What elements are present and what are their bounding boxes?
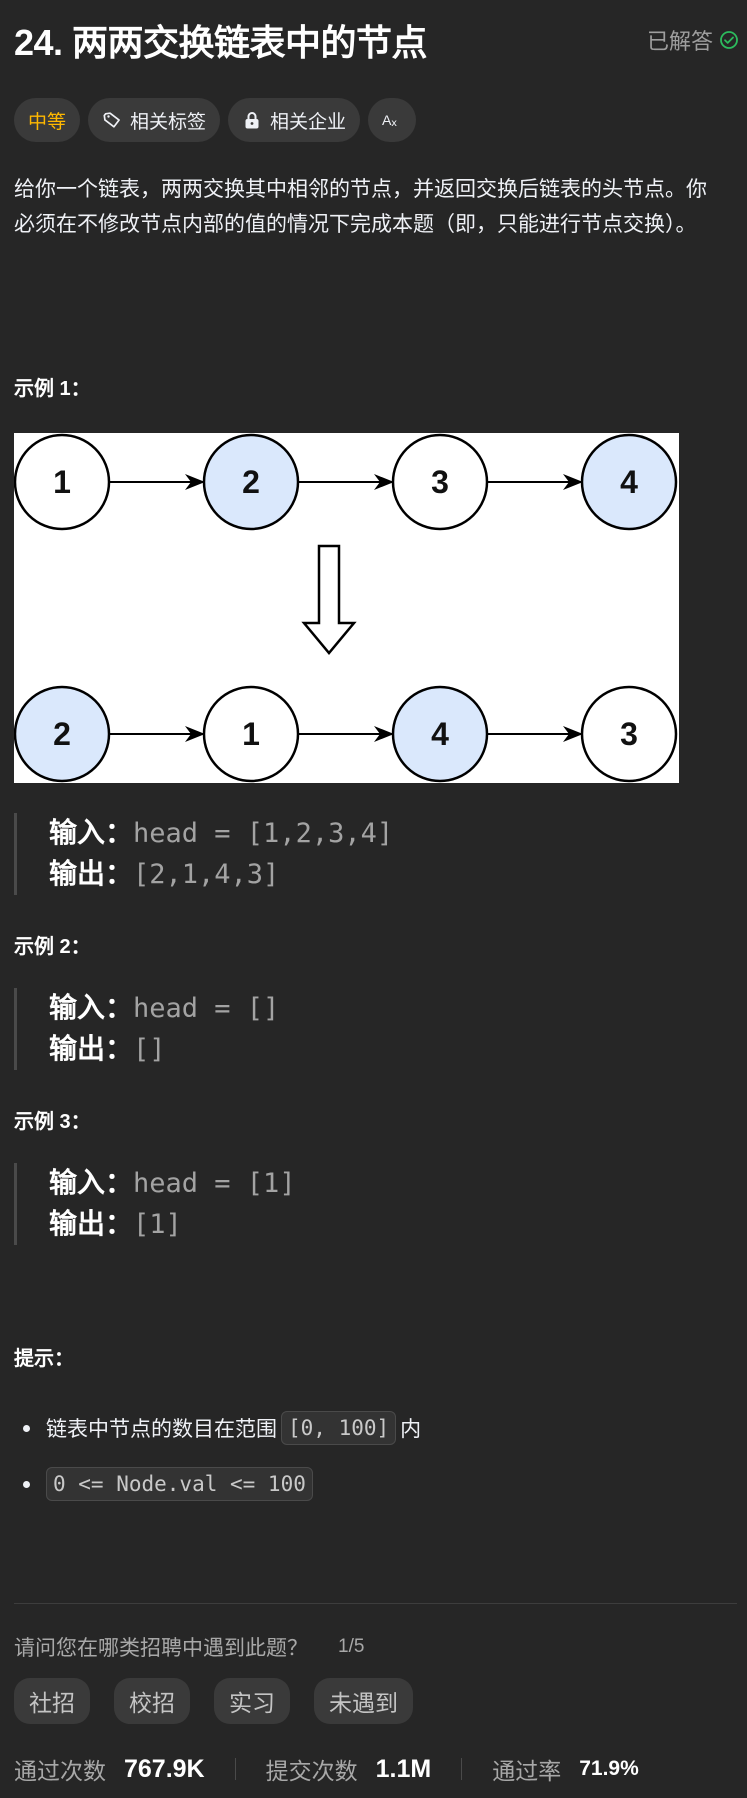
output-value: [2,1,4,3] xyxy=(133,859,280,890)
list-node-value: 2 xyxy=(53,716,71,752)
solved-status: 已解答 xyxy=(647,24,739,56)
survey-option-campus[interactable]: 校招 xyxy=(114,1678,190,1724)
example-1-diagram: 1 2 3 4 2 1 4 3 xyxy=(13,433,679,783)
hint-code: 0 <= Node.val <= 100 xyxy=(46,1467,313,1501)
submissions-value: 1.1M xyxy=(375,1754,432,1783)
problem-description: 给你一个链表，两两交换其中相邻的节点，并返回交换后链表的头节点。你必须在不修改节… xyxy=(14,178,707,236)
acceptance-rate-value: 71.9% xyxy=(579,1757,639,1780)
title-row: 24. 两两交换链表中的节点 已解答 xyxy=(14,14,739,66)
survey-options: 社招 校招 实习 未遇到 xyxy=(14,1678,413,1724)
input-key: 输入： xyxy=(49,992,134,1023)
example-1: 输入：head = [1,2,3,4] 输出：[2,1,4,3] xyxy=(14,813,393,895)
input-value: head = [1] xyxy=(133,1168,296,1199)
submissions-label: 提交次数 xyxy=(265,1758,358,1784)
tag-icon xyxy=(103,112,120,128)
list-node-value: 3 xyxy=(620,716,638,752)
example-3-label: 示例 3： xyxy=(14,1111,91,1133)
list-node-value: 4 xyxy=(620,464,638,500)
solved-label: 已解答 xyxy=(646,29,713,54)
survey-option-internship[interactable]: 实习 xyxy=(214,1678,290,1724)
list-node-value: 3 xyxy=(431,464,449,500)
problem-title: 24. 两两交换链表中的节点 xyxy=(14,22,428,63)
list-node-value: 1 xyxy=(53,464,71,500)
lock-icon xyxy=(245,112,259,129)
accepted-label: 通过次数 xyxy=(14,1758,106,1784)
list-node-value: 2 xyxy=(242,464,260,500)
svg-text:x: x xyxy=(391,118,397,129)
input-value: head = [] xyxy=(133,993,280,1024)
survey-page-count: 1/5 xyxy=(338,1636,365,1657)
hints-list: 链表中节点的数目在范围 [0, 100] 内 0 <= Node.val <= … xyxy=(14,1400,421,1512)
down-arrow-icon xyxy=(301,544,357,655)
related-tags-label: 相关标签 xyxy=(130,111,207,133)
stat-separator xyxy=(461,1758,463,1780)
translate-icon: Ax xyxy=(382,113,397,129)
input-value: head = [1,2,3,4] xyxy=(133,818,394,849)
divider xyxy=(14,1603,737,1604)
input-key: 输入： xyxy=(49,1167,134,1198)
related-companies-label: 相关企业 xyxy=(270,111,347,133)
stat-separator xyxy=(234,1758,236,1780)
output-value: [1] xyxy=(133,1209,182,1240)
stats-bar: 通过次数 767.9K 提交次数 1.1M 通过率 71.9% xyxy=(14,1752,639,1786)
translate-button[interactable]: Ax xyxy=(368,98,417,142)
example-1-label: 示例 1： xyxy=(14,378,91,400)
hint-item: 链表中节点的数目在范围 [0, 100] 内 xyxy=(14,1400,421,1456)
hint-text: 链表中节点的数目在范围 xyxy=(46,1418,277,1441)
survey-option-social[interactable]: 社招 xyxy=(14,1678,90,1724)
input-key: 输入： xyxy=(49,817,134,848)
acceptance-rate-label: 通过率 xyxy=(492,1758,562,1784)
list-before: 1 2 3 4 xyxy=(13,433,678,531)
difficulty-label: 中等 xyxy=(28,111,67,133)
hint-item: 0 <= Node.val <= 100 xyxy=(14,1456,421,1512)
list-node-value: 4 xyxy=(431,716,449,752)
hint-suffix: 内 xyxy=(400,1418,422,1441)
check-circle-icon xyxy=(720,31,738,49)
hint-code: [0, 100] xyxy=(281,1411,397,1445)
hints-label: 提示： xyxy=(14,1348,74,1370)
output-key: 输出： xyxy=(49,858,134,889)
difficulty-badge[interactable]: 中等 xyxy=(14,98,81,142)
example-3: 输入：head = [1] 输出：[1] xyxy=(14,1163,296,1245)
example-2-label: 示例 2： xyxy=(14,936,91,958)
accepted-value: 767.9K xyxy=(124,1754,205,1783)
tag-bar: 中等 相关标签 相关企业 Ax xyxy=(14,98,417,142)
related-tags-button[interactable]: 相关标签 xyxy=(88,98,221,142)
survey-option-not-met[interactable]: 未遇到 xyxy=(314,1678,413,1724)
related-companies-button[interactable]: 相关企业 xyxy=(228,98,361,142)
list-node-value: 1 xyxy=(242,716,260,752)
output-value: [] xyxy=(133,1034,166,1065)
survey-question-row: 请问您在哪类招聘中遇到此题？ 1/5 xyxy=(14,1632,364,1662)
output-key: 输出： xyxy=(49,1208,134,1239)
example-2: 输入：head = [] 输出：[] xyxy=(14,988,279,1070)
output-key: 输出： xyxy=(49,1033,134,1064)
list-after: 2 1 4 3 xyxy=(13,685,678,783)
survey-question: 请问您在哪类招聘中遇到此题？ xyxy=(14,1637,308,1660)
linked-list-diagram: 1 2 3 4 2 1 4 3 xyxy=(13,433,678,783)
